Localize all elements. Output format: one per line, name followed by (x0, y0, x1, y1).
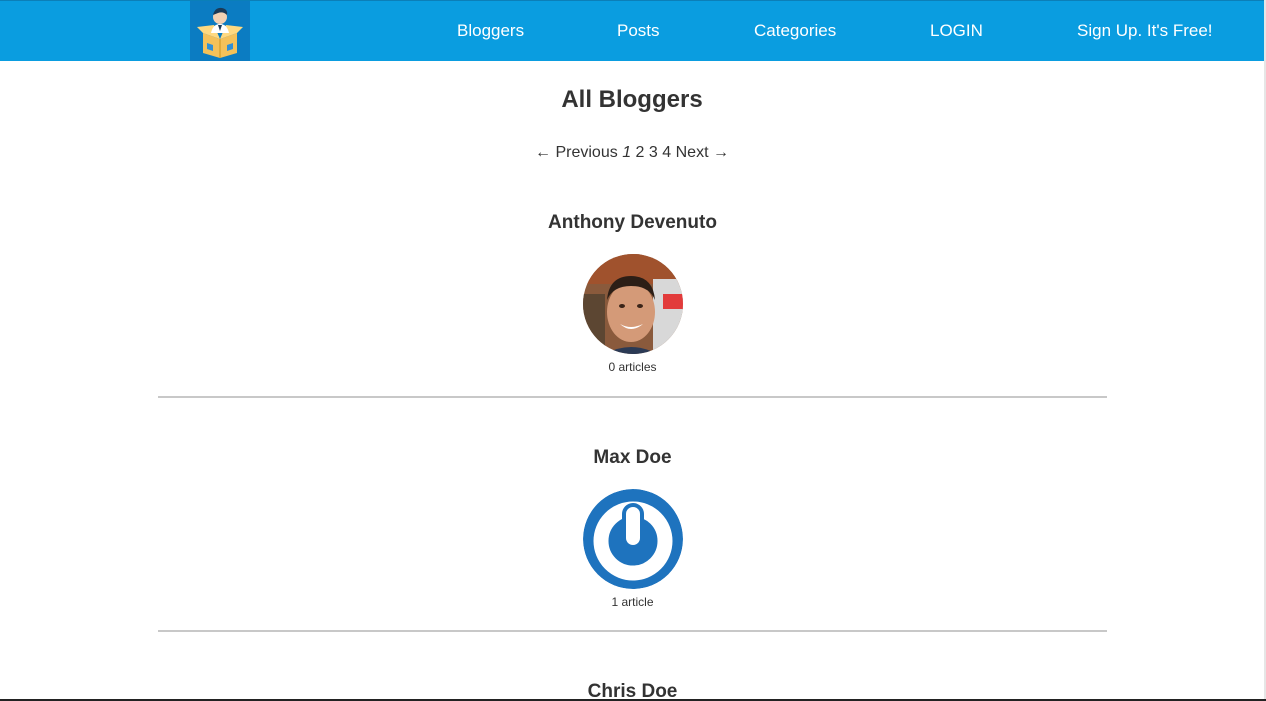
pagination: ← Previous 1 2 3 4 Next → (0, 144, 1264, 162)
page: Bloggers Posts Categories LOGIN Sign Up.… (0, 0, 1266, 701)
blogger-avatar[interactable] (582, 254, 683, 354)
divider (158, 396, 1107, 398)
blogger-avatar[interactable] (582, 489, 683, 589)
pagination-page-4[interactable]: 4 (662, 144, 671, 161)
page-title: All Bloggers (561, 86, 703, 113)
blogger-name[interactable]: Max Doe (158, 447, 1107, 469)
pagination-next-link[interactable]: Next → (676, 144, 729, 161)
pagination-page-3[interactable]: 3 (649, 144, 658, 161)
blogger-name[interactable]: Anthony Devenuto (158, 212, 1107, 234)
blogger-card: Chris Doe (158, 681, 1107, 701)
blogger-article-count: 0 articles (608, 360, 657, 374)
profile-photo-icon (582, 254, 683, 354)
nav-signup-link[interactable]: Sign Up. It's Free! (1077, 21, 1213, 41)
blogger-card: Max Doe 1 article (158, 447, 1107, 609)
divider (158, 630, 1107, 632)
top-navbar: Bloggers Posts Categories LOGIN Sign Up.… (0, 0, 1264, 61)
nav-bloggers-link[interactable]: Bloggers (457, 21, 524, 41)
pagination-previous-link[interactable]: ← Previous (535, 144, 618, 161)
nav-categories-link[interactable]: Categories (754, 21, 836, 41)
blogger-card: Anthony Devenuto 0 articles (158, 212, 1107, 374)
pagination-page-1: 1 (622, 144, 632, 161)
pagination-page-2[interactable]: 2 (636, 144, 645, 161)
blogger-mascot-logo-icon (197, 7, 243, 58)
blogger-name[interactable]: Chris Doe (158, 681, 1107, 701)
nav-posts-link[interactable]: Posts (617, 21, 660, 41)
site-logo[interactable] (190, 1, 250, 61)
gravatar-logo-icon (582, 489, 683, 589)
blogger-article-count: 1 article (611, 595, 654, 609)
nav-login-link[interactable]: LOGIN (930, 21, 983, 41)
